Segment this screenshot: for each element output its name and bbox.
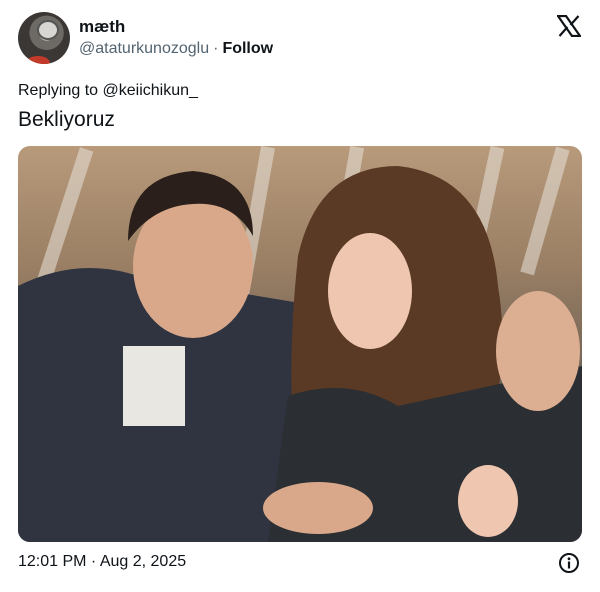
avatar-hat-shape	[37, 20, 59, 40]
tweet-photo[interactable]	[18, 146, 582, 542]
author-name[interactable]: mæth	[79, 17, 125, 37]
man-tshirt	[123, 346, 185, 426]
tweet-text: Bekliyoruz	[18, 108, 115, 131]
author-handle[interactable]: @ataturkunozoglu	[79, 40, 209, 57]
tweet-timestamp[interactable]: 12:01 PM · Aug 2, 2025	[18, 553, 186, 571]
man-hand-bottom	[263, 482, 373, 534]
avatar[interactable]	[18, 12, 70, 64]
photo-illustration	[18, 146, 582, 542]
replying-to-label: Replying to	[18, 82, 103, 99]
reply-mention-link[interactable]: @keiichikun_	[103, 82, 198, 99]
woman-face	[328, 233, 412, 349]
follow-button[interactable]: Follow	[222, 40, 273, 57]
avatar-shirt-shape	[26, 56, 50, 64]
info-icon[interactable]	[558, 552, 580, 574]
woman-hand	[458, 465, 518, 537]
man-hand-shoulder	[496, 291, 580, 411]
author-handle-row: @ataturkunozoglu · Follow	[79, 40, 273, 58]
separator-dot: ·	[213, 40, 219, 57]
replying-to: Replying to @keiichikun_	[18, 82, 198, 100]
x-logo-icon[interactable]	[557, 15, 581, 37]
